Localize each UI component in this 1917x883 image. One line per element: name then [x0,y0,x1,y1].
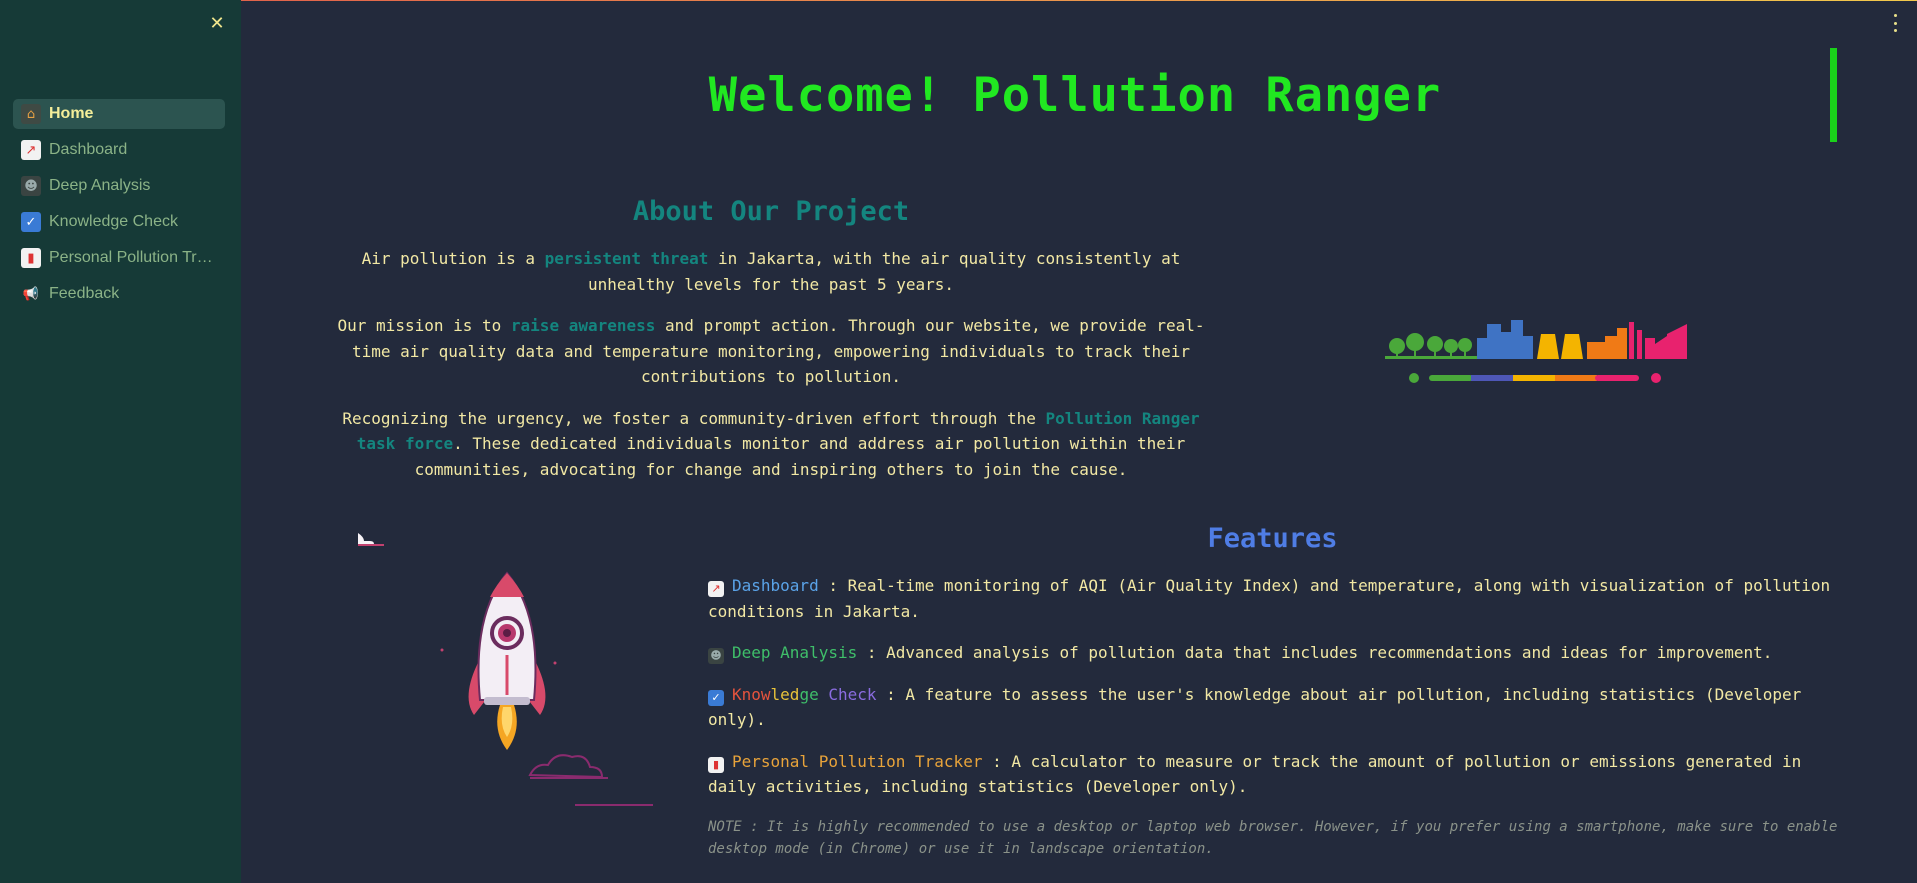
sad-face-icon [1651,373,1661,383]
megaphone-icon: 📢 [22,286,40,302]
bookmark-icon: ▮ [21,248,41,268]
checkbox-icon: ✓ [21,212,41,232]
chart-icon: ↗ [21,140,41,160]
aqi-scale-illustration [1385,320,1687,383]
sidebar-item-feedback[interactable]: 📢 Feedback [13,279,225,309]
spy-icon: ☻ [21,176,41,196]
industry-icon [1629,322,1687,359]
spy-icon: ☻ [708,648,724,664]
sidebar-item-label: Knowledge Check [49,213,178,230]
about-text: Air pollution is a persistent threat in … [333,246,1209,498]
feature-item-dashboard: ↗ Dashboard : Real-time monitoring of AQI… [708,573,1838,624]
green-accent-bar [1830,48,1837,142]
sidebar-item-label: Deep Analysis [49,177,151,194]
about-paragraph: Air pollution is a persistent threat in … [361,249,1181,294]
feature-item-deep-analysis: ☻ Deep Analysis : Advanced analysis of po… [708,640,1838,666]
city-buildings-icon [1477,320,1533,359]
trees-icon [1385,333,1485,359]
close-icon[interactable]: ✕ [208,14,226,34]
bookmark-icon: ▮ [708,756,724,773]
house-icon: ⌂ [21,104,41,124]
sidebar-item-home[interactable]: ⌂ Home [13,99,225,129]
sidebar: ✕ ⌂ Home ↗ Dashboard ☻ Deep Analysis ✓ K… [0,0,241,883]
sidebar-item-knowledge-check[interactable]: ✓ Knowledge Check [13,207,225,237]
checkbox-icon: ✓ [708,689,724,706]
main-menu-kebab-icon[interactable] [1890,14,1900,32]
sidebar-item-label: Home [49,105,94,122]
factory-icon [1587,328,1627,359]
note-text: NOTE : It is highly recommended to use a… [708,818,1838,857]
feature-name: Knowledge Check [732,684,877,704]
about-paragraph: Recognizing the urgency, we foster a com… [342,408,1200,479]
cooling-towers-icon [1537,334,1583,359]
about-title: About Our Project [632,196,910,227]
feature-name: Personal Pollution Tracker [732,751,983,771]
rocket-illustration [358,533,653,806]
feature-item-personal-pollution-tracker: ▮ Personal Pollution Tracker : A calculat… [708,749,1838,800]
feature-item-knowledge-check: ✓ Knowledge Check : A feature to assess t… [708,682,1838,733]
chart-icon: ↗ [708,581,724,597]
page-title: Welcome! Pollution Ranger [708,68,1442,123]
feature-name: Dashboard [732,576,819,595]
happy-face-icon [1409,373,1419,383]
top-accent-line [0,0,1917,1]
sidebar-item-personal-pollution-tracker[interactable]: ▮ Personal Pollution Tracker [13,243,225,273]
feature-description: : Real-time monitoring of AQI (Air Quali… [708,576,1831,621]
sidebar-nav: ⌂ Home ↗ Dashboard ☻ Deep Analysis ✓ Kno… [13,99,225,315]
sidebar-item-label: Feedback [49,285,120,302]
feature-description: : Advanced analysis of pollution data th… [857,643,1773,662]
about-paragraph: Our mission is to raise awareness and pr… [337,316,1205,386]
features-title: Features [1207,523,1338,554]
feature-name: Deep Analysis [732,643,858,662]
sidebar-item-deep-analysis[interactable]: ☻ Deep Analysis [13,171,225,201]
sidebar-item-dashboard[interactable]: ↗ Dashboard [13,135,225,165]
sidebar-item-label: Personal Pollution Tracker [49,249,219,266]
features-list: ↗ Dashboard : Real-time monitoring of AQI… [708,573,1838,860]
sidebar-item-label: Dashboard [49,141,128,158]
